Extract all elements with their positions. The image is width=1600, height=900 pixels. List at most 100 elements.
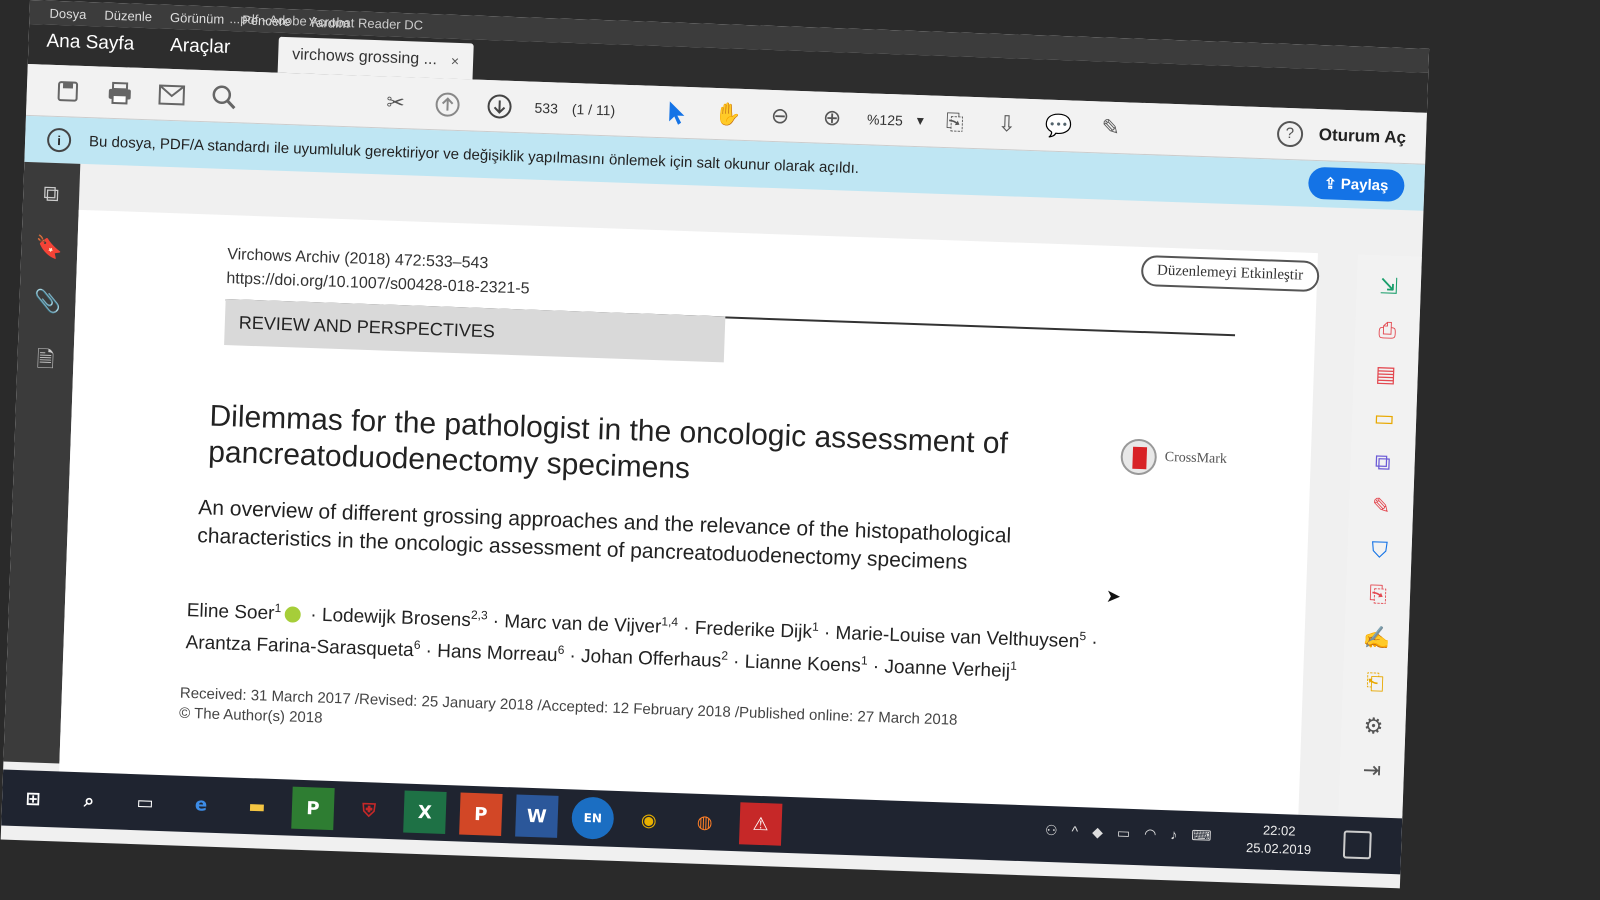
chevron-up-icon[interactable]: ^ <box>1071 823 1078 840</box>
author-affiliation: 6 <box>557 643 565 658</box>
combine-files-icon[interactable]: ⧉ <box>1374 449 1391 476</box>
excel-icon[interactable]: X <box>403 790 447 834</box>
share-label: Paylaş <box>1340 175 1389 195</box>
publication-dates: Received: 31 March 2017 /Revised: 25 Jan… <box>179 684 1080 755</box>
article-subtitle: An overview of different grossing approa… <box>197 496 1012 575</box>
crossmark-icon <box>1120 438 1158 476</box>
start-icon[interactable]: ⊞ <box>11 777 54 820</box>
bookmark-icon[interactable]: 🔖 <box>35 234 63 261</box>
author-affiliation: 1,4 <box>661 614 679 629</box>
people-icon[interactable]: ⚇ <box>1045 822 1058 839</box>
dropbox-icon[interactable]: ◆ <box>1092 824 1103 841</box>
author-affiliation: 1 <box>1010 658 1018 674</box>
page-number-input[interactable]: 533 <box>534 99 558 116</box>
search-icon[interactable] <box>206 79 241 114</box>
next-page-icon[interactable] <box>482 88 517 123</box>
pencil-icon[interactable]: ✎ <box>1093 110 1128 145</box>
zoom-out-icon[interactable]: ⊖ <box>763 98 798 133</box>
organize-pages-icon[interactable]: ▤ <box>1375 361 1397 388</box>
send-track-icon[interactable]: ⎗ <box>1366 669 1384 696</box>
attachment-icon[interactable]: 📎 <box>33 288 61 315</box>
cortana-search-icon[interactable]: ⌕ <box>67 779 110 822</box>
powerpoint-icon[interactable]: P <box>459 792 503 836</box>
task-view-icon[interactable]: ▭ <box>123 781 166 824</box>
acrobat-window: Dosya Düzenle Görünüm Pencere Yardım ...… <box>0 0 1430 889</box>
email-icon[interactable] <box>154 77 189 112</box>
author-affiliation: 2 <box>721 648 729 664</box>
signin-button[interactable]: Oturum Aç <box>1319 125 1407 148</box>
journal-citation: Virchows Archiv (2018) 472:533–543 https… <box>226 243 531 302</box>
edit-pdf-icon[interactable]: ⎘ <box>1369 581 1387 608</box>
edge-icon[interactable]: e <box>179 783 222 826</box>
chrome-icon[interactable]: ◉ <box>627 798 670 841</box>
page-count: (1 / 11) <box>571 100 616 118</box>
document-info-icon[interactable]: 🗎 <box>36 342 55 381</box>
info-icon: i <box>46 127 72 153</box>
right-tools-rail: ⇲ ⎙ ▤ ▭ ⧉ ✎ ⛉ ⎘ ✍ ⎗ ⚙ ⇥ <box>1338 254 1422 817</box>
crossmark-label: CrossMark <box>1164 449 1228 468</box>
fill-sign-icon[interactable]: ✎ <box>1371 493 1391 520</box>
tab-tools[interactable]: Araçlar <box>151 34 248 71</box>
doc-tab-label: virchows grossing ... <box>291 46 438 69</box>
clock[interactable]: 22:02 25.02.2019 <box>1246 821 1312 859</box>
system-tray: ⚇ ^ ◆ ▭ ◠ ♪ ⌨ <box>1045 822 1212 845</box>
menu-dosya[interactable]: Dosya <box>49 5 86 21</box>
send-for-signature-icon[interactable]: ✍ <box>1362 625 1390 652</box>
comment-icon[interactable]: 💬 <box>1041 108 1076 143</box>
hand-tool-icon[interactable]: ✋ <box>711 96 746 131</box>
scroll-mode-icon[interactable]: ⇩ <box>989 106 1024 141</box>
share-button[interactable]: ⇪ Paylaş <box>1307 166 1405 203</box>
comment-tool-icon[interactable]: ▭ <box>1373 405 1395 432</box>
word-icon[interactable]: W <box>515 794 559 838</box>
author-name: Frederike Dijk <box>694 617 813 643</box>
collapse-pane-icon[interactable]: ⇥ <box>1362 757 1381 784</box>
acrobat-reader-icon[interactable]: ⚠ <box>738 802 783 846</box>
author-name: Lodewijk Brosens <box>321 604 472 632</box>
fit-page-icon[interactable]: ⎘ <box>937 104 972 139</box>
file-explorer-icon[interactable]: ▬ <box>235 785 278 828</box>
author-name: Marie-Louise van Velthuysen <box>835 622 1080 653</box>
author-affiliation: 1 <box>860 653 868 668</box>
language-icon[interactable]: EN <box>571 796 615 840</box>
mouse-cursor-icon: ➤ <box>1105 585 1122 608</box>
export-pdf-icon[interactable]: ⇲ <box>1379 273 1398 300</box>
save-icon[interactable] <box>50 73 85 108</box>
wifi-icon[interactable]: ◠ <box>1144 825 1157 842</box>
chevron-down-icon[interactable]: ▾ <box>917 112 925 129</box>
project-icon[interactable]: P <box>291 786 335 831</box>
more-tools-icon[interactable]: ⚙ <box>1363 713 1384 740</box>
article-title: Dilemmas for the pathologist in the onco… <box>207 399 1009 486</box>
scissors-icon[interactable]: ✂ <box>378 85 413 120</box>
author-name: Johan Offerhaus <box>580 646 722 673</box>
author-list: Eline Soer1 · Lodewijk Brosens2,3 · Marc… <box>185 600 1098 683</box>
print-icon[interactable] <box>102 75 137 110</box>
crossmark-badge[interactable]: CrossMark <box>1120 438 1227 478</box>
author-affiliation: 6 <box>413 638 421 653</box>
clock-time: 22:02 <box>1262 822 1296 839</box>
zoom-select[interactable]: %125 <box>867 111 903 128</box>
zoom-in-icon[interactable]: ⊕ <box>814 100 849 135</box>
volume-icon[interactable]: ♪ <box>1170 826 1178 843</box>
firefox-icon[interactable]: ◍ <box>683 800 726 843</box>
author-affiliation: 1 <box>274 600 282 616</box>
page-thumbnails-icon[interactable]: ⧉ <box>43 181 60 208</box>
menu-duzenle[interactable]: Düzenle <box>104 7 152 24</box>
tab-home[interactable]: Ana Sayfa <box>28 30 153 68</box>
help-icon[interactable]: ? <box>1276 120 1304 147</box>
author-affiliation: 2,3 <box>470 607 488 623</box>
author-name: Eline Soer <box>186 600 275 625</box>
battery-icon[interactable]: ▭ <box>1117 824 1131 841</box>
prev-page-icon[interactable] <box>430 87 465 122</box>
author-name: Marc van de Vijver <box>503 611 662 638</box>
protect-icon[interactable]: ⛉ <box>1371 537 1388 564</box>
menu-gorunum[interactable]: Görünüm <box>170 9 225 26</box>
notifications-icon[interactable] <box>1342 830 1372 860</box>
keyboard-icon[interactable]: ⌨ <box>1191 827 1212 845</box>
author-name: Arantza Farina-Sarasqueta <box>185 632 415 662</box>
create-pdf-icon[interactable]: ⎙ <box>1378 317 1396 344</box>
select-pointer-icon[interactable] <box>659 95 694 130</box>
close-tab-icon[interactable]: × <box>451 53 460 69</box>
enable-editing-button[interactable]: Düzenlemeyi Etkinleştir <box>1140 254 1320 293</box>
mcafee-icon[interactable]: ⛨ <box>347 789 390 832</box>
orcid-icon[interactable] <box>284 606 302 624</box>
